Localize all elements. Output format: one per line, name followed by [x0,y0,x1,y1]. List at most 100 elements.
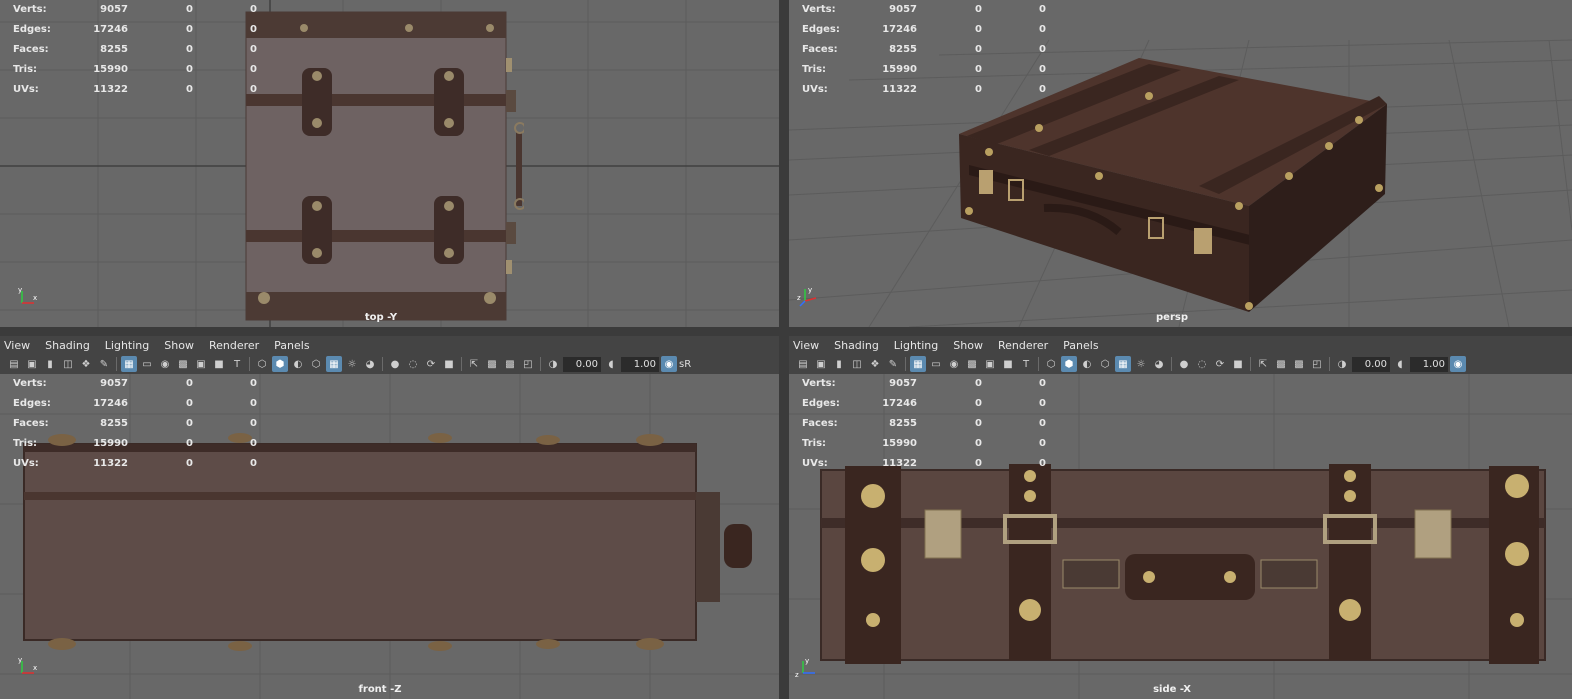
suitcase-front-view[interactable] [20,432,760,652]
menu-view[interactable]: View [4,339,30,352]
exposure-field[interactable] [1352,356,1390,372]
isolate-select-icon[interactable]: ⇱ [1255,356,1271,372]
depth-of-field-icon[interactable]: ■ [1230,356,1246,372]
exposure-icon: ◑ [1337,358,1347,370]
svg-text:x: x [33,664,37,672]
color-space-label[interactable]: sR [679,359,691,370]
xray-icon[interactable]: ▩ [484,356,500,372]
menu-lighting[interactable]: Lighting [894,339,938,352]
default-material-icon[interactable]: ◐ [1079,356,1095,372]
gamma-icon: ◖ [1397,358,1403,370]
field-chart-icon[interactable]: ▣ [982,356,998,372]
grease-pencil-icon[interactable]: ✎ [96,356,112,372]
use-all-lights-icon[interactable]: ☼ [1133,356,1149,372]
camera-label: side -X [1153,684,1191,695]
gate-mask-icon[interactable]: ▩ [175,356,191,372]
smooth-shade-icon[interactable]: ⬢ [1061,356,1077,372]
axis-gizmo: yz [795,657,815,679]
separator [116,357,117,371]
grid-icon[interactable]: ▦ [910,356,926,372]
exposure-icon: ◑ [548,358,558,370]
default-material-icon[interactable]: ◐ [290,356,306,372]
smooth-shade-icon[interactable]: ⬢ [272,356,288,372]
shadows-icon[interactable]: ◕ [1151,356,1167,372]
safe-action-icon[interactable]: ■ [211,356,227,372]
wireframe-on-shaded-icon[interactable]: ⬡ [1097,356,1113,372]
gamma-icon: ◖ [608,358,614,370]
resolution-gate-icon[interactable]: ◉ [946,356,962,372]
menu-renderer[interactable]: Renderer [998,339,1048,352]
ambient-occlusion-icon[interactable]: ● [1176,356,1192,372]
grease-pencil-icon[interactable]: ✎ [885,356,901,372]
xray-joints-icon[interactable]: ▩ [502,356,518,372]
2d-pan-zoom-icon[interactable]: ❖ [78,356,94,372]
xray-components-icon[interactable]: ◰ [1309,356,1325,372]
2d-pan-zoom-icon[interactable]: ❖ [867,356,883,372]
viewport-persp[interactable]: Verts: 9057 0 0 Edges: 17246 0 0 Faces: 8255 0 0 … [789,0,1572,327]
bookmark-icon[interactable]: ▮ [42,356,58,372]
suitcase-top-view[interactable] [244,10,524,325]
menu-shading[interactable]: Shading [834,339,879,352]
suitcase-side-view[interactable] [817,460,1557,670]
menu-shading[interactable]: Shading [45,339,90,352]
safe-title-icon[interactable]: T [229,356,245,372]
select-camera-icon[interactable]: ▤ [795,356,811,372]
color-management-icon[interactable]: ◉ [661,356,677,372]
use-all-lights-icon[interactable]: ☼ [344,356,360,372]
shadows-icon[interactable]: ◕ [362,356,378,372]
field-chart-icon[interactable]: ▣ [193,356,209,372]
menu-lighting[interactable]: Lighting [105,339,149,352]
xray-components-icon[interactable]: ◰ [520,356,536,372]
separator [382,357,383,371]
textured-icon[interactable]: ▦ [1115,356,1131,372]
separator [905,357,906,371]
xray-joints-icon[interactable]: ▩ [1291,356,1307,372]
menu-panels[interactable]: Panels [274,339,309,352]
image-plane-icon[interactable]: ◫ [849,356,865,372]
gamma-field[interactable] [621,356,659,372]
wireframe-icon[interactable]: ⬡ [254,356,270,372]
svg-text:z: z [795,671,799,679]
panel-menubar: View Shading Lighting Show Renderer Pane… [789,336,1572,354]
viewport-top[interactable]: Verts: 9057 0 0 Edges: 17246 0 0 Faces: 8255 0 0 … [0,0,779,327]
viewport-front[interactable]: Verts: 9057 0 0 Edges: 17246 0 0 Faces: 8255 0 0 … [0,374,779,699]
wireframe-on-shaded-icon[interactable]: ⬡ [308,356,324,372]
menu-renderer[interactable]: Renderer [209,339,259,352]
menu-show[interactable]: Show [953,339,983,352]
exposure-field[interactable] [563,356,601,372]
motion-blur-icon[interactable]: ◌ [405,356,421,372]
camera-attributes-icon[interactable]: ▣ [24,356,40,372]
bookmark-icon[interactable]: ▮ [831,356,847,372]
menu-show[interactable]: Show [164,339,194,352]
xray-icon[interactable]: ▩ [1273,356,1289,372]
gate-mask-icon[interactable]: ▩ [964,356,980,372]
textured-icon[interactable]: ▦ [326,356,342,372]
menu-panels[interactable]: Panels [1063,339,1098,352]
wireframe-icon[interactable]: ⬡ [1043,356,1059,372]
camera-attributes-icon[interactable]: ▣ [813,356,829,372]
viewport-side[interactable]: Verts: 9057 0 0 Edges: 17246 0 0 Faces: 8255 0 0 … [789,374,1572,699]
depth-of-field-icon[interactable]: ■ [441,356,457,372]
color-management-icon[interactable]: ◉ [1450,356,1466,372]
anti-aliasing-icon[interactable]: ⟳ [423,356,439,372]
image-plane-icon[interactable]: ◫ [60,356,76,372]
separator [540,357,541,371]
svg-text:y: y [18,656,22,664]
film-gate-icon[interactable]: ▭ [928,356,944,372]
isolate-select-icon[interactable]: ⇱ [466,356,482,372]
panel-toolbar: ▤ ▣ ▮ ◫ ❖ ✎ ▦ ▭ ◉ ▩ ▣ ■ T ⬡ ⬢ ◐ ⬡ ▦ ☼ ◕ … [789,354,1572,374]
resolution-gate-icon[interactable]: ◉ [157,356,173,372]
anti-aliasing-icon[interactable]: ⟳ [1212,356,1228,372]
svg-text:y: y [18,286,22,294]
ambient-occlusion-icon[interactable]: ● [387,356,403,372]
motion-blur-icon[interactable]: ◌ [1194,356,1210,372]
safe-title-icon[interactable]: T [1018,356,1034,372]
gamma-field[interactable] [1410,356,1448,372]
menu-view[interactable]: View [793,339,819,352]
film-gate-icon[interactable]: ▭ [139,356,155,372]
safe-action-icon[interactable]: ■ [1000,356,1016,372]
panel-toolbar: ▤ ▣ ▮ ◫ ❖ ✎ ▦ ▭ ◉ ▩ ▣ ■ T ⬡ ⬢ ◐ ⬡ ▦ ☼ ◕ … [0,354,779,374]
select-camera-icon[interactable]: ▤ [6,356,22,372]
grid-icon[interactable]: ▦ [121,356,137,372]
suitcase-persp-view[interactable] [949,56,1389,318]
